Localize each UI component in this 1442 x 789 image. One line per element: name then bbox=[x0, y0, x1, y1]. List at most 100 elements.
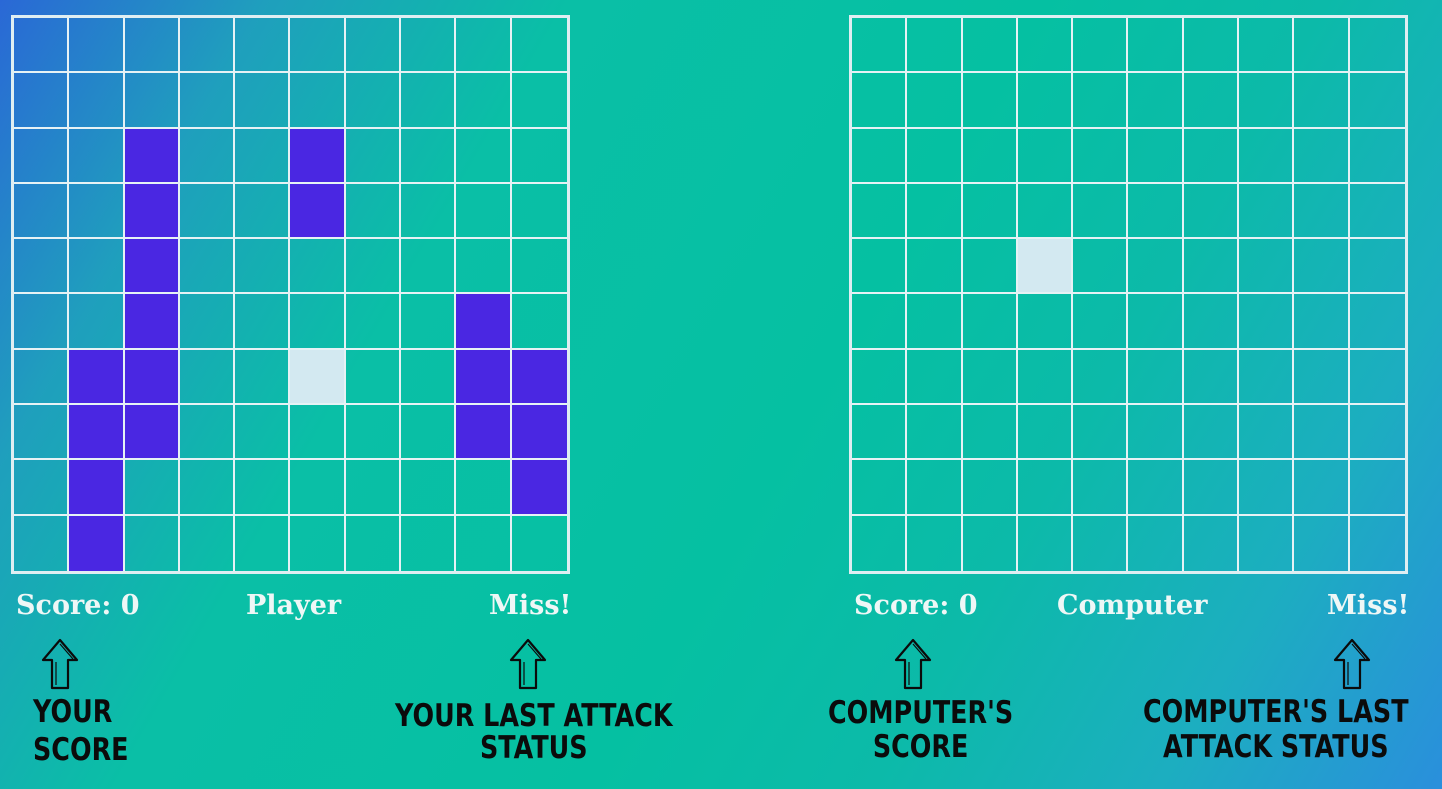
grid-cell[interactable] bbox=[1018, 515, 1074, 571]
grid-cell[interactable] bbox=[1128, 128, 1184, 184]
grid-cell[interactable] bbox=[1294, 239, 1350, 295]
grid-cell[interactable] bbox=[1183, 294, 1240, 350]
grid-cell[interactable] bbox=[1349, 239, 1405, 295]
grid-cell[interactable] bbox=[1128, 349, 1184, 406]
grid-cell[interactable] bbox=[852, 128, 908, 184]
grid-cell[interactable] bbox=[1349, 18, 1405, 74]
grid-cell[interactable] bbox=[1017, 183, 1074, 240]
grid-cell[interactable] bbox=[1017, 405, 1074, 461]
grid-cell[interactable] bbox=[1183, 128, 1240, 184]
grid-cell[interactable] bbox=[907, 183, 963, 240]
grid-cell[interactable] bbox=[1349, 129, 1405, 184]
grid-cell[interactable] bbox=[1349, 350, 1405, 406]
grid-cell[interactable] bbox=[1349, 460, 1405, 516]
grid-cell[interactable] bbox=[1349, 294, 1405, 350]
grid-cell[interactable] bbox=[852, 294, 908, 350]
grid-cell[interactable] bbox=[1294, 515, 1350, 571]
grid-cell[interactable] bbox=[1128, 73, 1184, 129]
grid-cell[interactable] bbox=[962, 73, 1018, 129]
grid-cell[interactable] bbox=[962, 294, 1018, 350]
grid-cell[interactable] bbox=[1294, 18, 1350, 74]
grid-cell[interactable] bbox=[1128, 515, 1184, 571]
grid-cell[interactable] bbox=[1128, 183, 1184, 240]
grid-cell[interactable] bbox=[1239, 18, 1295, 74]
grid-cell[interactable] bbox=[1294, 460, 1350, 516]
grid-cell[interactable] bbox=[1017, 349, 1074, 406]
grid-cell[interactable] bbox=[1294, 294, 1350, 350]
grid-cell[interactable] bbox=[1350, 516, 1405, 571]
grid-cell[interactable] bbox=[1017, 460, 1074, 516]
grid-cell[interactable] bbox=[962, 128, 1018, 184]
grid-cell[interactable] bbox=[1073, 460, 1129, 516]
grid-cell[interactable] bbox=[962, 405, 1018, 461]
grid-cell[interactable] bbox=[852, 515, 908, 571]
grid-cell[interactable] bbox=[907, 294, 963, 350]
grid-cell[interactable] bbox=[1349, 184, 1405, 240]
grid-cell[interactable] bbox=[1017, 18, 1074, 74]
grid-cell[interactable] bbox=[907, 405, 963, 461]
grid-cell[interactable] bbox=[1183, 239, 1240, 295]
grid-cell[interactable] bbox=[1349, 405, 1405, 461]
grid-cell[interactable] bbox=[1073, 405, 1129, 461]
grid-cell[interactable] bbox=[1239, 73, 1295, 129]
grid-cell[interactable] bbox=[852, 73, 908, 129]
grid-cell[interactable] bbox=[852, 460, 908, 516]
grid-cell[interactable] bbox=[907, 73, 963, 129]
grid-cell[interactable] bbox=[1294, 183, 1350, 240]
grid-cell[interactable] bbox=[1073, 183, 1129, 240]
grid-cell[interactable] bbox=[1128, 239, 1184, 295]
grid-cell[interactable] bbox=[1128, 460, 1184, 516]
grid-cell[interactable] bbox=[852, 349, 908, 406]
grid-cell[interactable] bbox=[1294, 405, 1350, 461]
grid-cell[interactable] bbox=[962, 183, 1018, 240]
grid-cell[interactable] bbox=[1183, 460, 1240, 516]
grid-cell[interactable] bbox=[962, 239, 1018, 295]
grid-cell[interactable] bbox=[1017, 294, 1074, 350]
grid-cell[interactable] bbox=[1294, 73, 1350, 129]
grid-cell[interactable] bbox=[1128, 294, 1184, 350]
grid-cell[interactable] bbox=[1239, 239, 1295, 295]
grid-cell[interactable] bbox=[907, 460, 963, 516]
grid-cell[interactable] bbox=[963, 515, 1018, 571]
grid-cell[interactable] bbox=[1239, 294, 1295, 350]
grid-cell[interactable] bbox=[962, 349, 1018, 406]
miss-cell[interactable] bbox=[1017, 239, 1074, 295]
grid-cell[interactable] bbox=[907, 18, 963, 74]
grid-cell[interactable] bbox=[1128, 405, 1184, 461]
computer-board[interactable] bbox=[849, 15, 1408, 574]
grid-cell[interactable] bbox=[1183, 73, 1240, 129]
grid-cell[interactable] bbox=[1128, 18, 1184, 74]
grid-cell[interactable] bbox=[1294, 349, 1350, 406]
grid-cell[interactable] bbox=[1073, 18, 1129, 74]
grid-cell[interactable] bbox=[852, 183, 908, 240]
grid-cell[interactable] bbox=[1017, 73, 1074, 129]
grid-cell[interactable] bbox=[1349, 73, 1405, 129]
grid-cell[interactable] bbox=[1073, 239, 1129, 295]
grid-cell[interactable] bbox=[907, 349, 963, 406]
grid-cell[interactable] bbox=[907, 239, 963, 295]
grid-cell[interactable] bbox=[1017, 128, 1074, 184]
grid-cell[interactable] bbox=[962, 460, 1018, 516]
grid-cell[interactable] bbox=[1239, 183, 1295, 240]
grid-cell[interactable] bbox=[852, 239, 908, 295]
grid-cell[interactable] bbox=[1294, 128, 1350, 184]
grid-cell[interactable] bbox=[1239, 405, 1295, 461]
grid-cell[interactable] bbox=[1073, 73, 1129, 129]
grid-cell[interactable] bbox=[1239, 515, 1295, 571]
grid-cell[interactable] bbox=[1183, 405, 1240, 461]
grid-cell[interactable] bbox=[852, 18, 908, 74]
grid-cell[interactable] bbox=[1073, 294, 1129, 350]
grid-cell[interactable] bbox=[1183, 349, 1240, 406]
grid-cell[interactable] bbox=[907, 128, 963, 184]
grid-cell[interactable] bbox=[907, 515, 963, 571]
grid-cell[interactable] bbox=[1184, 515, 1240, 571]
grid-cell[interactable] bbox=[1073, 349, 1129, 406]
grid-cell[interactable] bbox=[1073, 515, 1129, 571]
grid-cell[interactable] bbox=[852, 405, 908, 461]
grid-cell[interactable] bbox=[962, 18, 1018, 74]
grid-cell[interactable] bbox=[1183, 183, 1240, 240]
grid-cell[interactable] bbox=[1239, 349, 1295, 406]
grid-cell[interactable] bbox=[1073, 128, 1129, 184]
grid-cell[interactable] bbox=[1239, 460, 1295, 516]
grid-cell[interactable] bbox=[1239, 128, 1295, 184]
